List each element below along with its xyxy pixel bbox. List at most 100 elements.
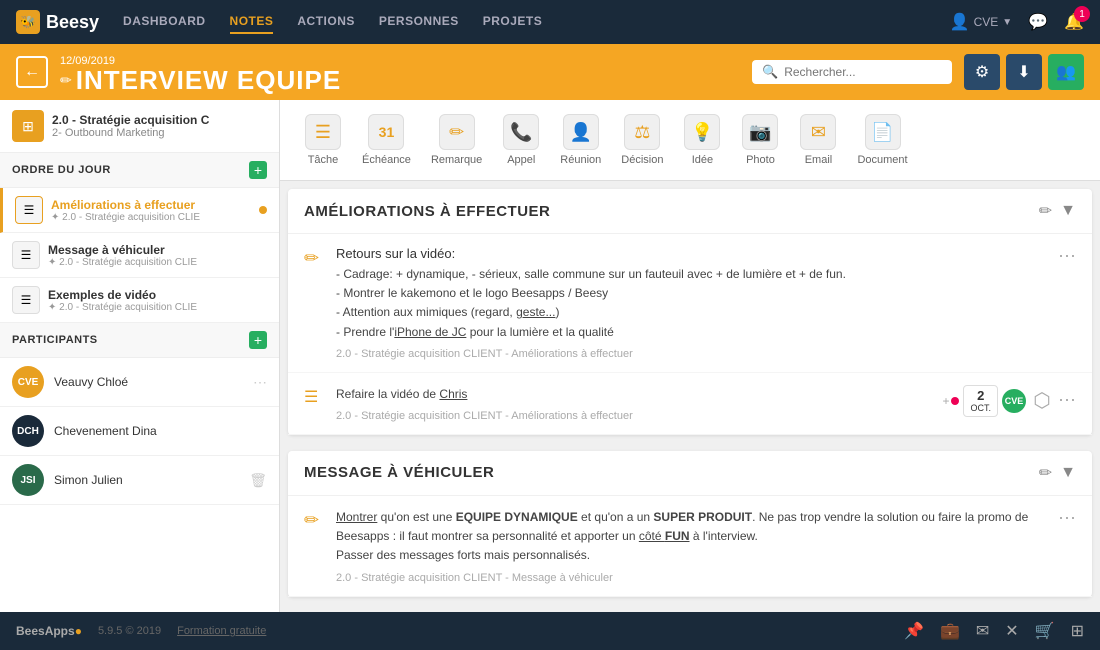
sidebar-project[interactable]: ⊞ 2.0 - Stratégie acquisition C 2- Outbo… [0, 100, 279, 153]
project-sub: 2- Outbound Marketing [52, 127, 267, 139]
section-edit-icon-1[interactable]: ✏ [1039, 201, 1052, 221]
bottom-grid-icon[interactable]: ⊞ [1071, 621, 1084, 641]
participant-action-1[interactable]: ⋯ [253, 374, 267, 391]
note-entry-1: ✏ Retours sur la vidéo: - Cadrage: + dyn… [288, 234, 1092, 373]
bottom-bar: BeesApps● 5.9.5 © 2019 Formation gratuit… [0, 612, 1100, 650]
nav-projets[interactable]: PROJETS [483, 10, 543, 34]
agenda-item-message[interactable]: ☰ Message à véhiculer ✦ 2.0 - Stratégie … [0, 233, 279, 278]
tool-remarque[interactable]: ✏ Remarque [423, 108, 490, 172]
page-title: INTERVIEW EQUIPE [76, 67, 341, 93]
tool-tache[interactable]: ☰ Tâche [296, 108, 350, 172]
header-actions: ⚙ ⬇ 👥 [964, 54, 1084, 90]
top-navigation: 🐝 Beesy DASHBOARD NOTES ACTIONS PERSONNE… [0, 0, 1100, 44]
section-actions-2: ✏ ▼ [1039, 463, 1076, 483]
tool-echeance[interactable]: 31 Échéance [354, 108, 419, 172]
avatar-jsi: JSI [12, 464, 44, 496]
tool-idee[interactable]: 💡 Idée [675, 108, 729, 172]
agenda-item-ameliorations[interactable]: ☰ Améliorations à effectuer ✦ 2.0 - Stra… [0, 188, 279, 233]
note-entry-3: ✏ Montrer qu'on est une EQUIPE DYNAMIQUE… [288, 496, 1092, 597]
section-edit-icon-2[interactable]: ✏ [1039, 463, 1052, 483]
agenda-item-exemples[interactable]: ☰ Exemples de vidéo ✦ 2.0 - Stratégie ac… [0, 278, 279, 323]
bottom-mail-icon[interactable]: ✉ [976, 621, 989, 641]
agenda-icon-1: ☰ [15, 196, 43, 224]
document-label: Document [857, 154, 907, 166]
avatar-dch: DCH [12, 415, 44, 447]
section-header-ameliorations: AMÉLIORATIONS À EFFECTUER ✏ ▼ [288, 189, 1092, 234]
header-edit-icon: ✏ [60, 72, 72, 89]
bottom-cart-icon[interactable]: 🛒 [1035, 621, 1055, 641]
participant-delete-3[interactable]: 🗑 [249, 472, 267, 489]
agenda-name-1: Améliorations à effectuer [51, 198, 251, 212]
note-text-1: - Cadrage: + dynamique, - sérieux, salle… [336, 265, 1046, 342]
bottom-close-icon[interactable]: ✕ [1005, 621, 1018, 641]
section-title-ameliorations: AMÉLIORATIONS À EFFECTUER [304, 203, 1039, 220]
nav-links: DASHBOARD NOTES ACTIONS PERSONNES PROJET… [123, 10, 926, 34]
agenda-name-3: Exemples de vidéo [48, 288, 267, 302]
remark-icon-1: ✏ [304, 248, 324, 360]
bottom-briefcase-icon[interactable]: 💼 [940, 621, 960, 641]
agenda-dot-1 [259, 206, 267, 214]
participant-name-2: Chevenement Dina [54, 424, 267, 438]
entry-menu-2[interactable]: ⋯ [1058, 390, 1076, 411]
hex-icon: ⬡ [1030, 389, 1054, 413]
entry-menu-1[interactable]: ⋯ [1058, 246, 1076, 267]
logo: 🐝 Beesy [16, 10, 99, 34]
remarque-icon: ✏ [439, 114, 475, 150]
task-icon-2: ☰ [304, 387, 324, 422]
agenda-section-title: ORDRE DU JOUR [12, 164, 249, 176]
participant-name-1: Veauvy Chloé [54, 375, 243, 389]
email-icon: ✉ [800, 114, 836, 150]
nav-dashboard[interactable]: DASHBOARD [123, 10, 206, 34]
note-tag-1: 2.0 - Stratégie acquisition CLIENT - Amé… [336, 348, 1046, 360]
tool-appel[interactable]: 📞 Appel [494, 108, 548, 172]
nav-personnes[interactable]: PERSONNES [379, 10, 459, 34]
download-button[interactable]: ⬇ [1006, 54, 1042, 90]
reunion-icon: 👤 [563, 114, 599, 150]
nav-actions[interactable]: ACTIONS [297, 10, 355, 34]
agenda-icon-3: ☰ [12, 286, 40, 314]
remark-icon-3: ✏ [304, 510, 324, 584]
user-menu[interactable]: 👤 CVE ▼ [950, 12, 1013, 32]
main-layout: ⊞ 2.0 - Stratégie acquisition C 2- Outbo… [0, 100, 1100, 612]
agenda-section-header: ORDRE DU JOUR + [0, 153, 279, 188]
participant-1: CVE Veauvy Chloé ⋯ [0, 358, 279, 407]
note-text-3: Montrer qu'on est une EQUIPE DYNAMIQUE e… [336, 508, 1046, 566]
bottom-training-link[interactable]: Formation gratuite [177, 625, 266, 637]
priority-dot [951, 397, 959, 405]
filter-button[interactable]: ⚙ [964, 54, 1000, 90]
header-title-wrap: 12/09/2019 ✏ INTERVIEW EQUIPE [60, 51, 341, 93]
people-button[interactable]: 👥 [1048, 54, 1084, 90]
echeance-icon: 31 [368, 114, 404, 150]
search-input[interactable] [784, 65, 942, 79]
project-name: 2.0 - Stratégie acquisition C [52, 113, 267, 127]
email-label: Email [805, 154, 833, 166]
toolbar: ☰ Tâche 31 Échéance ✏ Remarque 📞 Appel 👤… [280, 100, 1100, 181]
back-button[interactable]: ← [16, 56, 48, 88]
tool-reunion[interactable]: 👤 Réunion [552, 108, 609, 172]
add-participant-button[interactable]: + [249, 331, 267, 349]
entry-menu-3[interactable]: ⋯ [1058, 508, 1076, 529]
note-section-message: MESSAGE À VÉHICULER ✏ ▼ ✏ Montrer qu'on … [288, 451, 1092, 597]
section-collapse-icon-2[interactable]: ▼ [1060, 464, 1076, 482]
chat-icon: 💬 [1028, 12, 1048, 32]
add-agenda-button[interactable]: + [249, 161, 267, 179]
bottom-pin-icon[interactable]: 📌 [904, 621, 924, 641]
header-bar: ← 12/09/2019 ✏ INTERVIEW EQUIPE 🔍 ⚙ ⬇ 👥 [0, 44, 1100, 100]
bottom-logo: BeesApps● [16, 624, 82, 638]
tool-email[interactable]: ✉ Email [791, 108, 845, 172]
search-box[interactable]: 🔍 [752, 60, 952, 84]
remarque-label: Remarque [431, 154, 482, 166]
notifications-btn[interactable]: 🔔 1 [1064, 12, 1084, 32]
decision-icon: ⚖ [624, 114, 660, 150]
nav-notes[interactable]: NOTES [230, 10, 274, 34]
document-icon: 📄 [865, 114, 901, 150]
tool-document[interactable]: 📄 Document [849, 108, 915, 172]
appel-label: Appel [507, 154, 535, 166]
section-collapse-icon-1[interactable]: ▼ [1060, 202, 1076, 220]
note-section-ameliorations: AMÉLIORATIONS À EFFECTUER ✏ ▼ ✏ Retours … [288, 189, 1092, 435]
idee-label: Idée [692, 154, 713, 166]
tool-photo[interactable]: 📷 Photo [733, 108, 787, 172]
tool-decision[interactable]: ⚖ Décision [613, 108, 671, 172]
chat-icon-btn[interactable]: 💬 [1028, 12, 1048, 32]
user-icon: 👤 [950, 12, 970, 32]
